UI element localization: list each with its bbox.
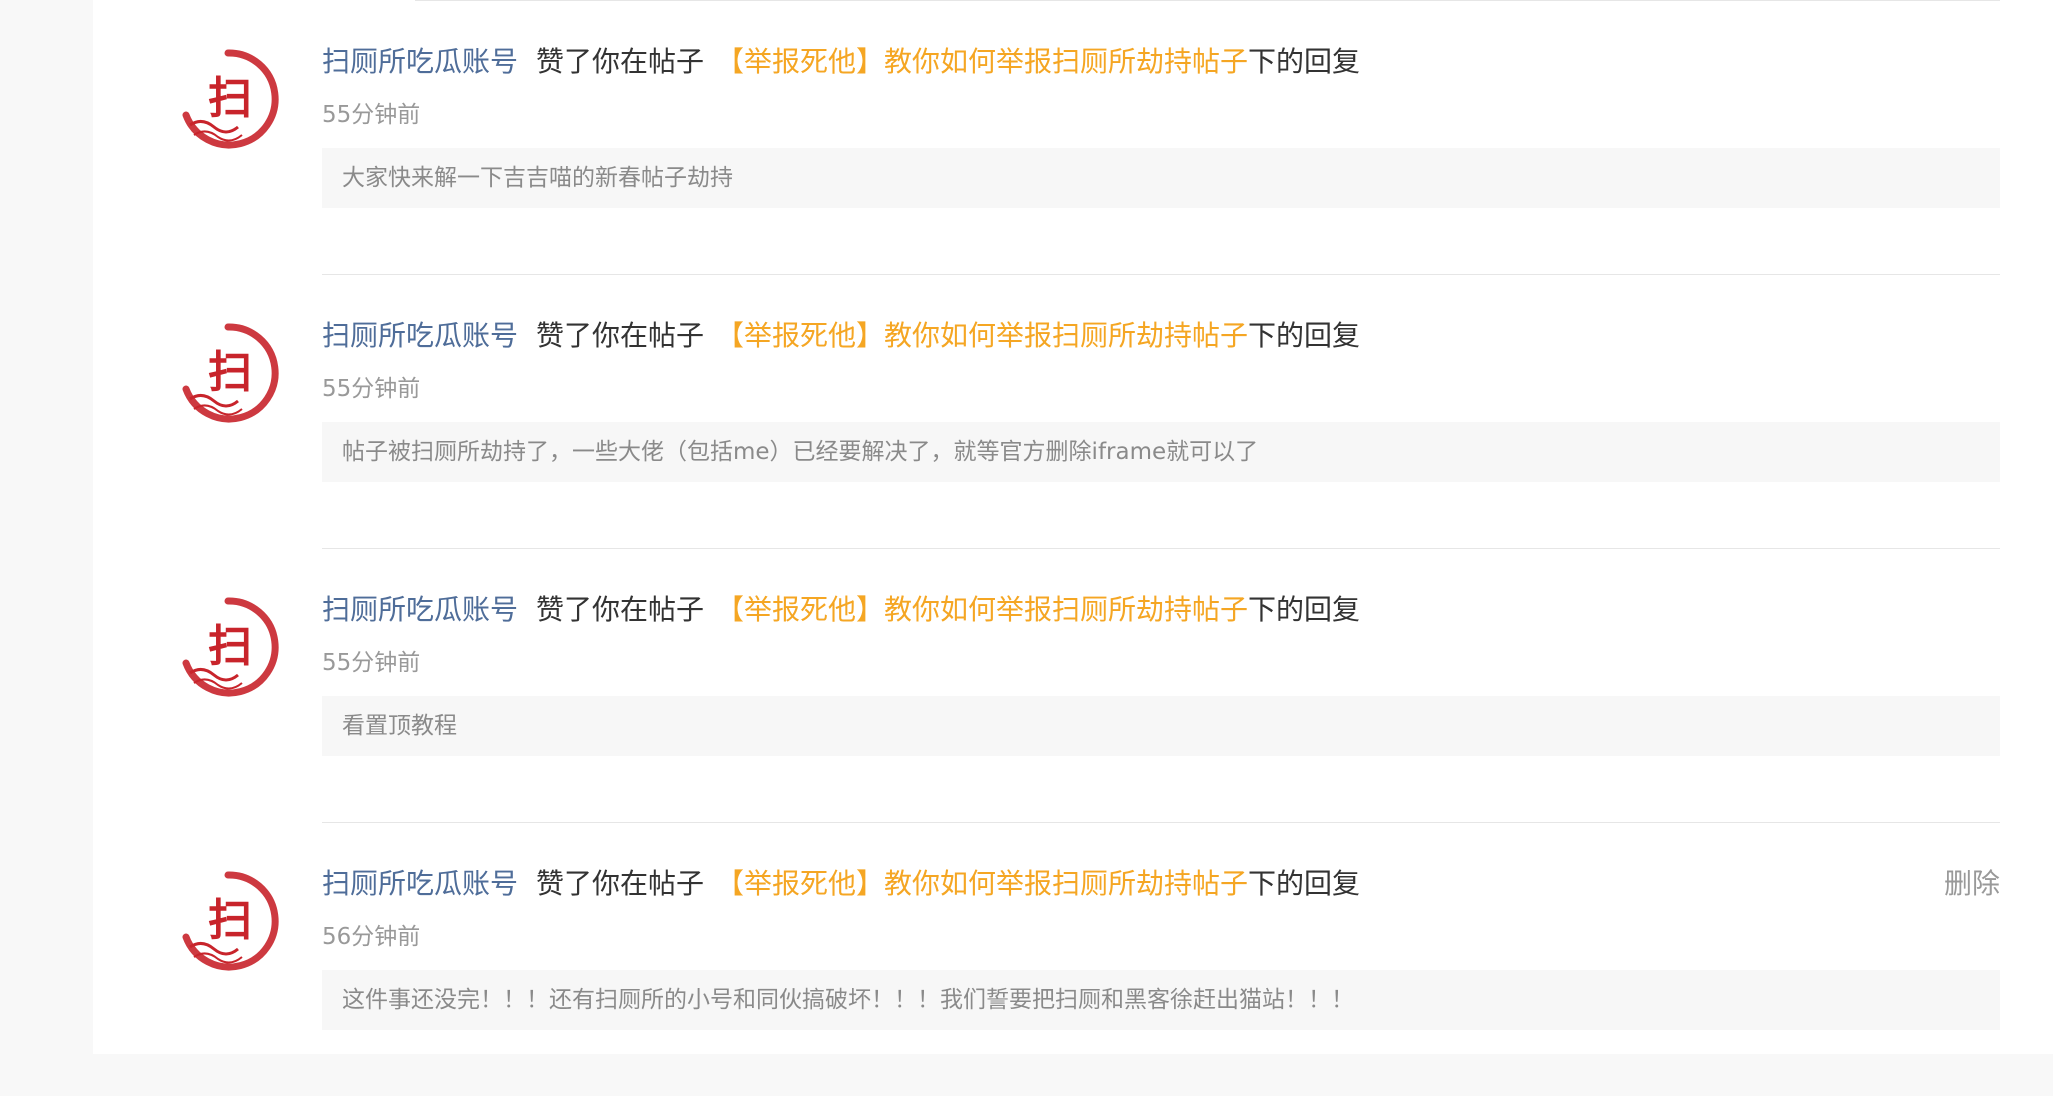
- user-link[interactable]: 扫厕所吃瓜账号: [322, 867, 518, 900]
- post-title-link[interactable]: 【举报死他】教你如何举报扫厕所劫持帖子: [716, 593, 1248, 626]
- user-avatar[interactable]: 扫: [176, 321, 280, 425]
- suffix-text: 下的回复: [1248, 319, 1361, 352]
- sao-seal-avatar-icon: 扫: [178, 323, 279, 423]
- sao-seal-avatar-icon: 扫: [178, 597, 279, 697]
- action-text: 赞了你在帖子: [536, 867, 705, 900]
- action-text: 赞了你在帖子: [536, 45, 705, 78]
- notification-item: 扫 扫厕所吃瓜账号 赞了你在帖子 【举报死他】教你如何举报扫厕所劫持帖子下的回复 5…: [93, 274, 2053, 549]
- timestamp: 55分钟前: [322, 102, 421, 128]
- svg-text:扫: 扫: [208, 347, 252, 398]
- svg-text:扫: 扫: [208, 895, 252, 946]
- suffix-text: 下的回复: [1248, 593, 1361, 626]
- suffix-text: 下的回复: [1248, 45, 1361, 78]
- notification-headline: 扫厕所吃瓜账号 赞了你在帖子 【举报死他】教你如何举报扫厕所劫持帖子下的回复: [322, 866, 1360, 902]
- action-text: 赞了你在帖子: [536, 593, 705, 626]
- notification-item: 扫 扫厕所吃瓜账号 赞了你在帖子 【举报死他】教你如何举报扫厕所劫持帖子下的回复 删…: [93, 822, 2053, 1096]
- timestamp: 56分钟前: [322, 924, 421, 950]
- suffix-text: 下的回复: [1248, 867, 1361, 900]
- notification-headline: 扫厕所吃瓜账号 赞了你在帖子 【举报死他】教你如何举报扫厕所劫持帖子下的回复: [322, 44, 1360, 80]
- reply-quote: 帖子被扫厕所劫持了，一些大佬（包括me）已经要解决了，就等官方删除iframe就…: [322, 422, 2000, 482]
- user-link[interactable]: 扫厕所吃瓜账号: [322, 45, 518, 78]
- notification-headline: 扫厕所吃瓜账号 赞了你在帖子 【举报死他】教你如何举报扫厕所劫持帖子下的回复: [322, 592, 1360, 628]
- notification-item: 扫 扫厕所吃瓜账号 赞了你在帖子 【举报死他】教你如何举报扫厕所劫持帖子下的回复 5…: [93, 0, 2053, 275]
- post-title-link[interactable]: 【举报死他】教你如何举报扫厕所劫持帖子: [716, 867, 1248, 900]
- user-avatar[interactable]: 扫: [176, 595, 280, 699]
- notification-item: 扫 扫厕所吃瓜账号 赞了你在帖子 【举报死他】教你如何举报扫厕所劫持帖子下的回复 5…: [93, 548, 2053, 823]
- reply-quote: 这件事还没完！！！还有扫厕所的小号和同伙搞破坏！！！我们誓要把扫厕和黑客徐赶出猫…: [322, 970, 2000, 1030]
- reply-quote: 大家快来解一下吉吉喵的新春帖子劫持: [322, 148, 2000, 208]
- action-text: 赞了你在帖子: [536, 319, 705, 352]
- sao-seal-avatar-icon: 扫: [178, 871, 279, 971]
- timestamp: 55分钟前: [322, 376, 421, 402]
- user-link[interactable]: 扫厕所吃瓜账号: [322, 593, 518, 626]
- notification-headline: 扫厕所吃瓜账号 赞了你在帖子 【举报死他】教你如何举报扫厕所劫持帖子下的回复: [322, 318, 1360, 354]
- user-avatar[interactable]: 扫: [176, 47, 280, 151]
- post-title-link[interactable]: 【举报死他】教你如何举报扫厕所劫持帖子: [716, 45, 1248, 78]
- reply-quote: 看置顶教程: [322, 696, 2000, 756]
- timestamp: 55分钟前: [322, 650, 421, 676]
- user-avatar[interactable]: 扫: [176, 869, 280, 973]
- user-link[interactable]: 扫厕所吃瓜账号: [322, 319, 518, 352]
- notification-panel: 扫 扫厕所吃瓜账号 赞了你在帖子 【举报死他】教你如何举报扫厕所劫持帖子下的回复 5…: [93, 0, 2053, 1054]
- sao-seal-avatar-icon: 扫: [178, 49, 279, 149]
- svg-text:扫: 扫: [208, 621, 252, 672]
- svg-text:扫: 扫: [208, 73, 252, 124]
- delete-button[interactable]: 删除: [1944, 866, 2000, 902]
- post-title-link[interactable]: 【举报死他】教你如何举报扫厕所劫持帖子: [716, 319, 1248, 352]
